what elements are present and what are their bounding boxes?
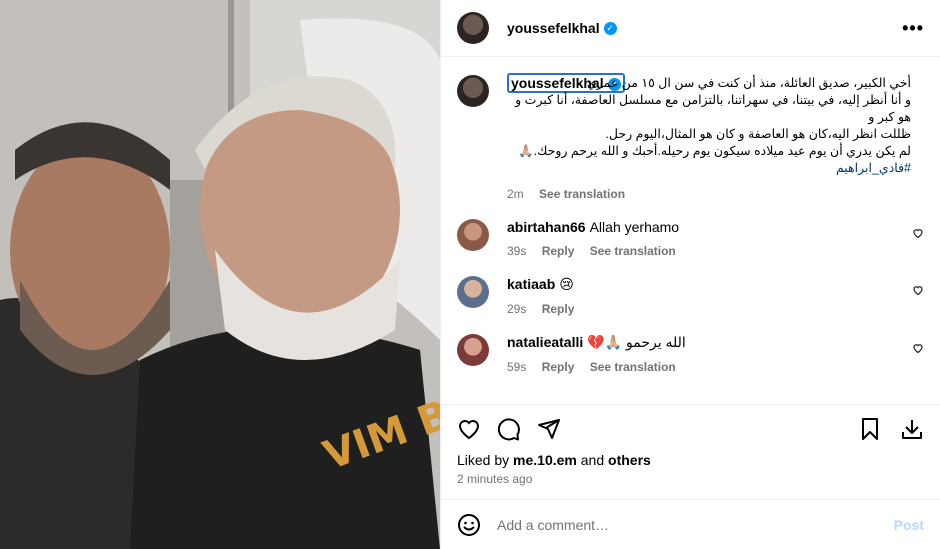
caption-time[interactable]: 2m [507, 187, 524, 201]
reply-button[interactable]: Reply [542, 244, 575, 258]
see-translation-button[interactable]: See translation [539, 187, 625, 201]
action-bar [441, 404, 940, 452]
like-comment-heart-icon[interactable] [912, 227, 924, 239]
commenter-avatar[interactable] [457, 334, 489, 366]
author-avatar[interactable] [457, 12, 489, 44]
comment-time[interactable]: 59s [507, 360, 526, 374]
caption-meta: 2m See translation [507, 187, 911, 201]
commenter-avatar[interactable] [457, 219, 489, 251]
caption-line: ظللت انظر اليه،كان هو العاصفة و كان هو ا… [605, 127, 911, 141]
post-modal: VIM BRA youssefelkhal ✓ ••• youssefelkha… [0, 0, 940, 549]
reply-button[interactable]: Reply [542, 360, 575, 374]
see-translation-button[interactable]: See translation [590, 360, 676, 374]
selfie-illustration: VIM BRA [0, 0, 440, 549]
comment-time[interactable]: 39s [507, 244, 526, 258]
posted-time[interactable]: 2 minutes ago [441, 468, 940, 486]
comment-input[interactable] [497, 516, 894, 533]
caption-line: لم يكن يدري أن يوم عيد ميلاده سيكون يوم … [518, 144, 911, 158]
likes-joiner: and [580, 452, 605, 468]
caption-line: و أنا أنظر إليه، في بيتنا، في سهراتنا، ب… [515, 93, 911, 124]
caption-body: youssefelkhal ✓ أخي الكبير، صديق العائلة،… [507, 73, 911, 201]
likes-prefix: Liked by [457, 452, 510, 468]
comment-text: Allah yerhamo [589, 219, 680, 235]
comment-item: abirtahan66 Allah yerhamo 39s Reply See t… [457, 219, 924, 258]
see-translation-button[interactable]: See translation [590, 244, 676, 258]
commenter-avatar[interactable] [457, 276, 489, 308]
commenter-username[interactable]: natalieatalli [507, 334, 583, 350]
more-icon[interactable]: ••• [902, 18, 924, 39]
share-icon[interactable] [537, 417, 561, 441]
comments-list: youssefelkhal ✓ أخي الكبير، صديق العائلة،… [441, 57, 940, 404]
comment-text: 💔🙏🏼 الله يرحمو [587, 334, 686, 350]
reply-button[interactable]: Reply [542, 302, 575, 316]
post-header: youssefelkhal ✓ ••• [441, 0, 940, 57]
likes-others-button[interactable]: others [608, 452, 651, 468]
likes-summary: Liked by me.10.em and others [441, 452, 940, 468]
add-comment-bar: Post [441, 499, 940, 549]
author-username[interactable]: youssefelkhal [507, 20, 600, 36]
emoji-icon[interactable] [457, 513, 481, 537]
heart-icon[interactable] [457, 417, 481, 441]
comment-text: 😢 [559, 276, 574, 292]
comment-item: katiaab 😢 29s Reply [457, 276, 924, 316]
bookmark-icon[interactable] [858, 417, 882, 441]
post-side-pane: youssefelkhal ✓ ••• youssefelkhal ✓ أخي ا… [440, 0, 940, 549]
caption: youssefelkhal ✓ أخي الكبير، صديق العائلة،… [457, 73, 924, 201]
like-comment-heart-icon[interactable] [912, 342, 924, 354]
commenter-username[interactable]: katiaab [507, 276, 555, 292]
comment-time[interactable]: 29s [507, 302, 526, 316]
comment-item: natalieatalli 💔🙏🏼 الله يرحمو 59s Reply Se… [457, 334, 924, 374]
verified-icon: ✓ [603, 21, 617, 35]
liker-username[interactable]: me.10.em [513, 452, 577, 468]
hashtag-link[interactable]: #فادي_ابراهيم [507, 160, 911, 177]
download-icon[interactable] [900, 417, 924, 441]
comment-icon[interactable] [497, 417, 521, 441]
post-button[interactable]: Post [894, 517, 924, 533]
post-photo[interactable]: VIM BRA [0, 0, 440, 549]
like-comment-heart-icon[interactable] [912, 284, 924, 296]
caption-avatar[interactable] [457, 75, 489, 107]
commenter-username[interactable]: abirtahan66 [507, 219, 586, 235]
